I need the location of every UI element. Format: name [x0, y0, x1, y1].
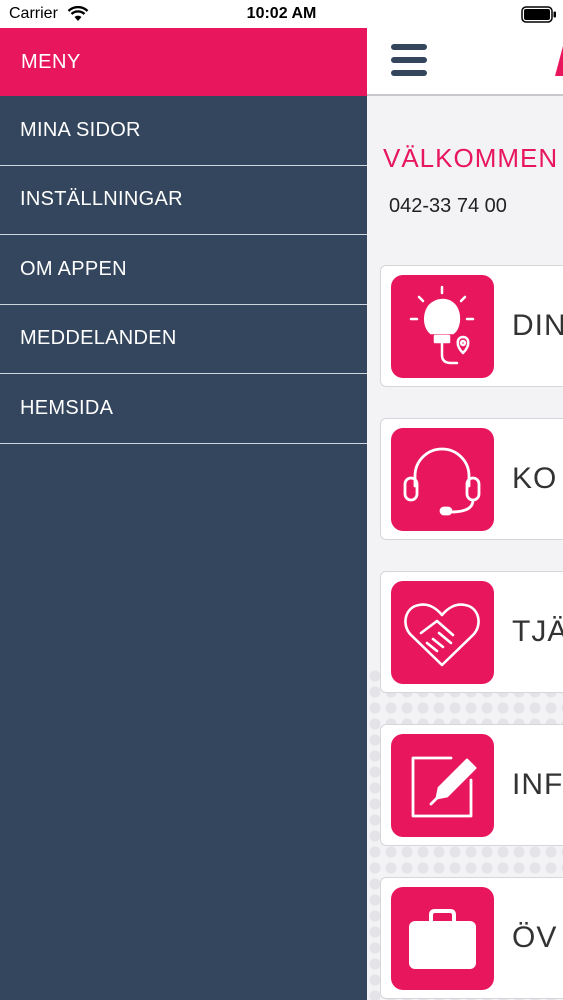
card-label: ÖV — [512, 921, 558, 954]
heart-handshake-icon — [391, 581, 494, 684]
card-label: DIN — [512, 309, 563, 342]
edit-pencil-icon — [391, 734, 494, 837]
battery-icon — [521, 6, 556, 23]
menu-item-meddelanden[interactable]: MEDDELANDEN — [0, 305, 367, 374]
hamburger-menu-icon[interactable] — [391, 44, 427, 80]
lightbulb-location-icon — [391, 275, 494, 378]
menu-item-mina-sidor[interactable]: MINA SIDOR — [0, 96, 367, 166]
briefcase-icon — [391, 887, 494, 990]
logo — [555, 46, 563, 76]
drawer-header: MENY — [0, 28, 367, 96]
card-tja[interactable]: TJÄ — [380, 571, 563, 693]
main-content: VÄLKOMMEN 042-33 74 00 DIN KO TJÄ INF ÖV — [367, 28, 563, 1000]
menu-item-label: HEMSIDA — [20, 396, 114, 419]
card-din[interactable]: DIN — [380, 265, 563, 387]
card-inf[interactable]: INF — [380, 724, 563, 846]
drawer-title: MENY — [21, 50, 81, 73]
clock: 10:02 AM — [246, 5, 317, 22]
main-header — [367, 28, 563, 96]
status-bar: Carrier 10:02 AM — [0, 0, 563, 28]
menu-item-hemsida[interactable]: HEMSIDA — [0, 374, 367, 444]
card-label: TJÄ — [512, 615, 563, 648]
card-ko[interactable]: KO — [380, 418, 563, 540]
menu-item-label: MINA SIDOR — [20, 118, 141, 141]
menu-item-om-appen[interactable]: OM APPEN — [0, 235, 367, 305]
menu-item-label: OM APPEN — [20, 257, 127, 280]
card-ov[interactable]: ÖV — [380, 877, 563, 999]
card-label: KO — [512, 462, 558, 495]
menu-item-label: MEDDELANDEN — [20, 327, 177, 350]
card-label: INF — [512, 768, 563, 801]
phone-number[interactable]: 042-33 74 00 — [389, 195, 507, 218]
welcome-heading: VÄLKOMMEN — [383, 143, 559, 173]
menu-item-installningar[interactable]: INSTÄLLNINGAR — [0, 166, 367, 235]
menu-item-label: INSTÄLLNINGAR — [20, 188, 183, 211]
headset-icon — [391, 428, 494, 531]
side-drawer: MENY MINA SIDOR INSTÄLLNINGAR OM APPEN M… — [0, 28, 367, 1000]
